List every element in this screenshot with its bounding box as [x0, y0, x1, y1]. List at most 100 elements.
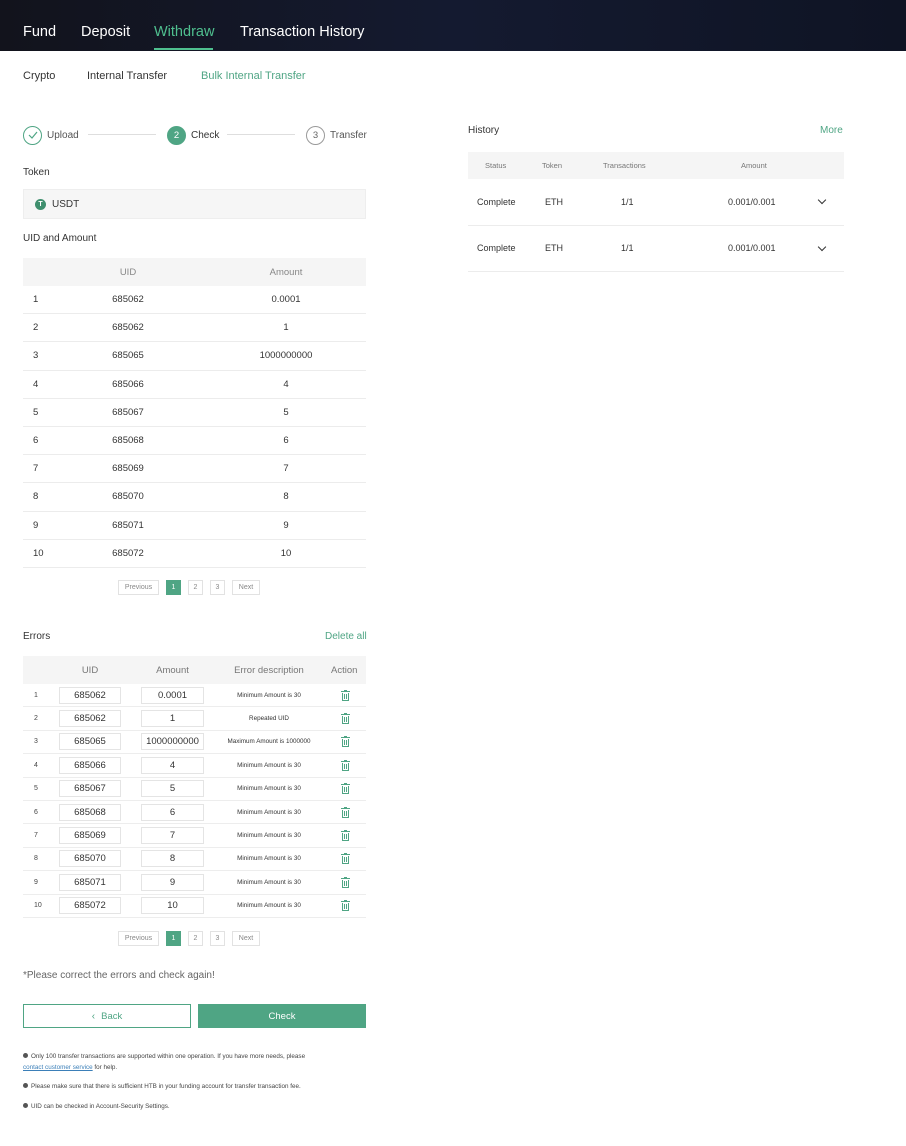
trash-icon[interactable]: [340, 806, 350, 818]
contact-customer-service-link[interactable]: contact customer service: [23, 1064, 93, 1071]
uid-input[interactable]: 685072: [59, 897, 121, 915]
action-cell: [339, 754, 351, 776]
row-index: 5: [33, 406, 39, 418]
amount-input[interactable]: 4: [141, 756, 204, 774]
uid-input[interactable]: 685066: [59, 756, 121, 774]
tab-crypto[interactable]: Crypto: [23, 70, 55, 82]
table-header: UID Amount: [23, 258, 366, 286]
pagination-page-2[interactable]: 2: [188, 580, 203, 595]
row-amount: 1: [283, 322, 289, 334]
column-header-uid: UID: [119, 266, 137, 278]
uid-input[interactable]: 685065: [59, 733, 121, 751]
nav-withdraw[interactable]: Withdraw: [154, 24, 214, 40]
trash-icon[interactable]: [340, 759, 350, 771]
trash-icon-lid: [340, 784, 350, 786]
amount-input[interactable]: 9: [141, 873, 204, 891]
back-button[interactable]: ‹ Back: [23, 1004, 191, 1028]
pagination-next[interactable]: Next: [232, 580, 260, 595]
uid-input[interactable]: 685071: [59, 873, 121, 891]
pagination-page-1[interactable]: 1: [166, 580, 181, 595]
row-index: 3: [33, 350, 39, 362]
uid-input[interactable]: 685062: [59, 686, 121, 704]
amount-cell: 7: [141, 824, 204, 846]
token-select[interactable]: T USDT: [23, 189, 366, 219]
history-transactions: 1/1: [621, 243, 634, 254]
nav-deposit[interactable]: Deposit: [81, 24, 130, 40]
trash-icon[interactable]: [340, 853, 350, 865]
pagination-page-3[interactable]: 3: [210, 580, 225, 595]
delete-all-button[interactable]: Delete all: [325, 631, 367, 642]
trash-icon[interactable]: [340, 689, 350, 701]
table-row: 1 685062 0.0001 Minimum Amount is 30: [23, 684, 366, 708]
history-more-link[interactable]: More: [820, 125, 843, 136]
trash-icon[interactable]: [340, 900, 350, 912]
trash-icon-body: [341, 739, 349, 748]
uid-input[interactable]: 685062: [59, 710, 121, 728]
trash-icon[interactable]: [340, 736, 350, 748]
expand-row-button[interactable]: [817, 179, 827, 225]
check-button[interactable]: Check: [198, 1004, 366, 1028]
table-row: 8 685070 8: [23, 483, 366, 512]
tab-internal-transfer[interactable]: Internal Transfer: [87, 70, 167, 82]
step-connector: [88, 134, 156, 135]
history-amount: 0.001/0.001: [728, 196, 776, 207]
row-index: 9: [34, 878, 38, 886]
pagination-page-3[interactable]: 3: [210, 931, 225, 946]
pagination-page-1[interactable]: 1: [166, 931, 181, 946]
trash-icon[interactable]: [340, 713, 350, 725]
step-label: Transfer: [330, 129, 367, 141]
history-status: Complete: [477, 196, 516, 207]
amount-input[interactable]: 1: [141, 710, 204, 728]
uid-input[interactable]: 685069: [59, 827, 121, 845]
uid-amount-pagination: Previous 1 2 3 Next: [118, 580, 267, 595]
error-description: Minimum Amount is 30: [237, 785, 301, 793]
step-connector: [227, 134, 295, 135]
trash-icon[interactable]: [340, 830, 350, 842]
row-amount: 1000000000: [259, 350, 313, 362]
chevron-down-icon: [817, 196, 827, 205]
table-row: 7 685069 7 Minimum Amount is 30: [23, 824, 366, 848]
errors-table: UID Amount Error description Action 1 685…: [23, 656, 366, 918]
pagination-next[interactable]: Next: [232, 931, 260, 946]
amount-input[interactable]: 8: [141, 850, 204, 868]
trash-icon[interactable]: [340, 783, 350, 795]
uid-input[interactable]: 685068: [59, 803, 121, 821]
row-index: 3: [34, 738, 38, 746]
amount-cell: 10: [141, 895, 204, 917]
row-amount: 8: [283, 491, 289, 503]
back-button-label: Back: [101, 1010, 123, 1022]
nav-transaction-history[interactable]: Transaction History: [240, 24, 364, 40]
tab-bulk-internal-transfer[interactable]: Bulk Internal Transfer: [201, 70, 306, 82]
row-amount: 0.0001: [271, 294, 301, 306]
amount-input[interactable]: 0.0001: [141, 686, 204, 704]
row-index: 10: [34, 902, 42, 910]
table-row: 1 685062 0.0001: [23, 286, 366, 315]
step-number: 2: [167, 125, 186, 145]
pagination-page-2[interactable]: 2: [188, 931, 203, 946]
error-description: Repeated UID: [249, 715, 289, 723]
table-header: UID Amount Error description Action: [23, 656, 366, 684]
pagination-previous[interactable]: Previous: [118, 931, 159, 946]
check-icon: [23, 125, 42, 145]
error-description: Minimum Amount is 30: [237, 902, 301, 910]
table-row: 3 685065 1000000000: [23, 342, 366, 371]
nav-fund[interactable]: Fund: [23, 24, 56, 40]
error-description: Minimum Amount is 30: [237, 761, 301, 769]
amount-cell: 8: [141, 848, 204, 870]
column-header-status: Status: [485, 161, 507, 170]
pagination-previous[interactable]: Previous: [118, 580, 159, 595]
amount-input[interactable]: 7: [141, 827, 204, 845]
trash-icon[interactable]: [340, 876, 350, 888]
amount-input[interactable]: 1000000000: [141, 733, 204, 751]
uid-input[interactable]: 685070: [59, 850, 121, 868]
table-row: 5 685067 5: [23, 399, 366, 427]
table-row: 9 685071 9: [23, 512, 366, 540]
uid-input[interactable]: 685067: [59, 780, 121, 798]
action-cell: [339, 848, 351, 870]
expand-row-button[interactable]: [817, 226, 827, 272]
amount-input[interactable]: 6: [141, 803, 204, 821]
row-uid: 685068: [112, 435, 144, 447]
amount-input[interactable]: 5: [141, 780, 204, 798]
row-uid: 685066: [112, 378, 144, 390]
amount-input[interactable]: 10: [141, 897, 204, 915]
